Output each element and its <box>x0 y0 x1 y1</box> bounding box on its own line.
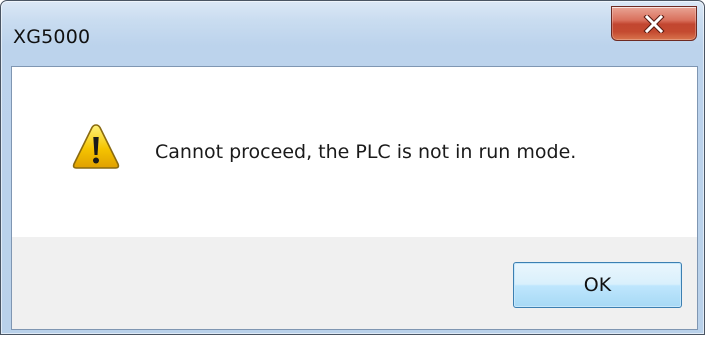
dialog-body: Cannot proceed, the PLC is not in run mo… <box>11 66 698 330</box>
warning-icon <box>71 122 121 172</box>
window-title: XG5000 <box>13 26 91 48</box>
ok-button[interactable]: OK <box>513 262 682 308</box>
message-text: Cannot proceed, the PLC is not in run mo… <box>155 141 577 163</box>
close-button[interactable] <box>611 6 697 41</box>
message-area: Cannot proceed, the PLC is not in run mo… <box>12 67 697 237</box>
close-icon <box>643 14 665 33</box>
dialog-window: XG5000 Cannot proceed, the PLC is not in… <box>0 0 705 335</box>
